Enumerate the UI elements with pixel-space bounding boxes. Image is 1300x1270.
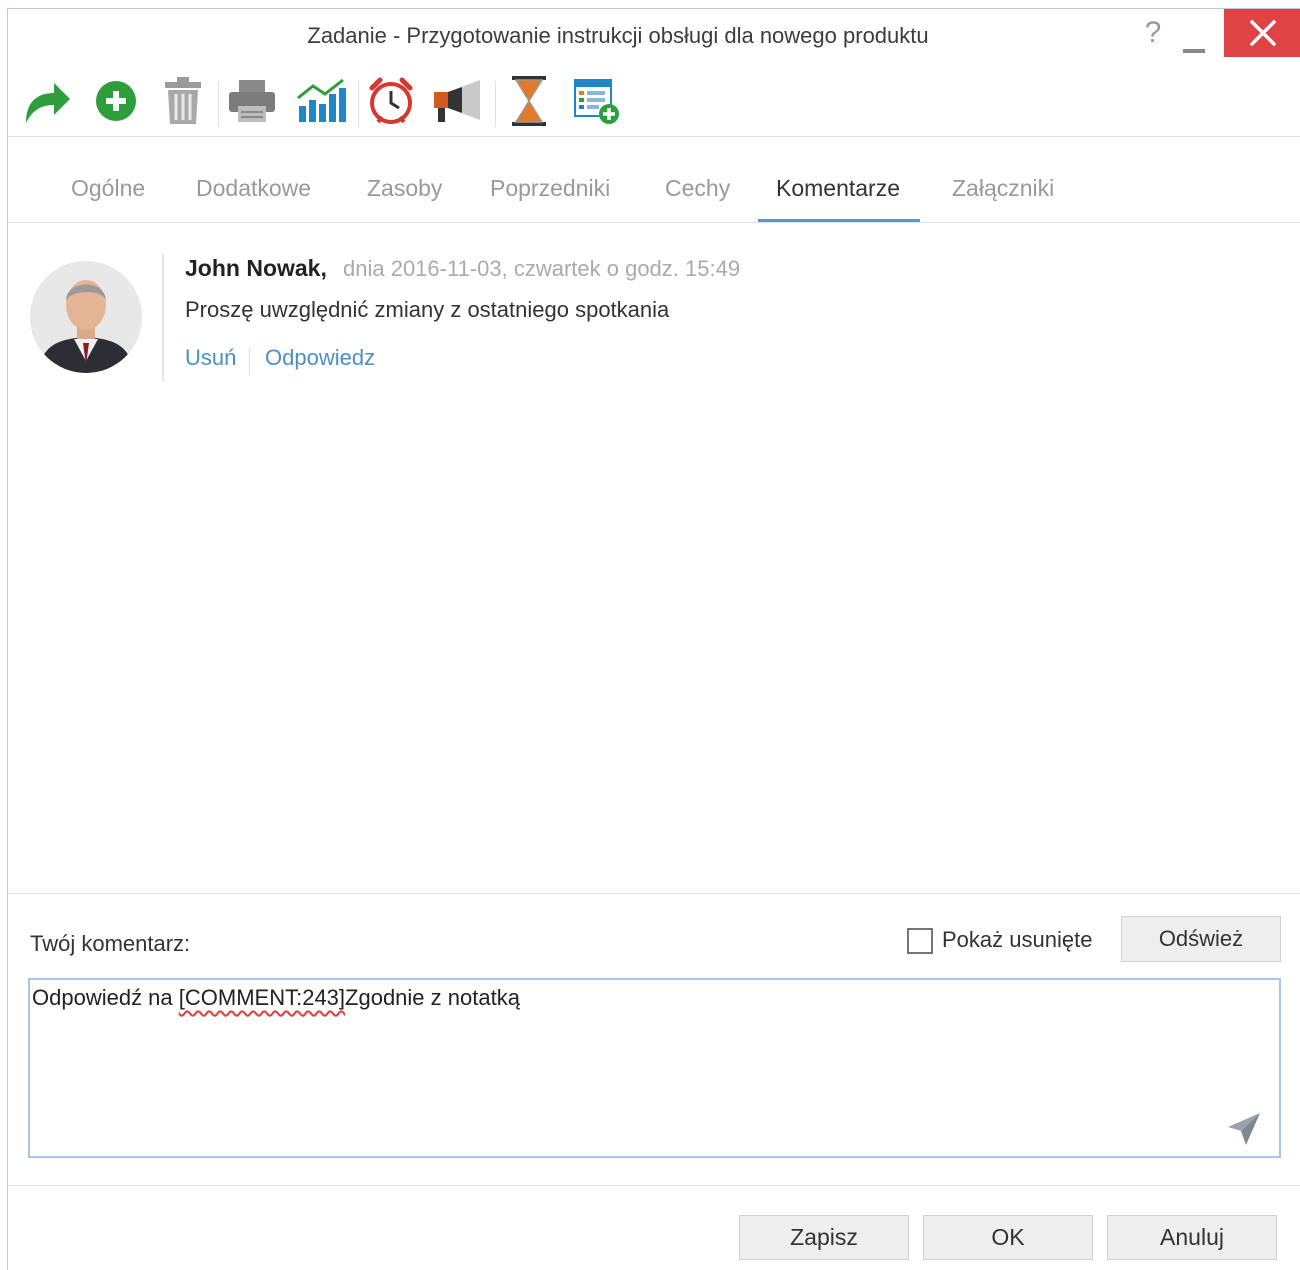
- minimize-button[interactable]: [1180, 23, 1210, 53]
- toolbar: [8, 69, 1300, 137]
- print-button[interactable]: [222, 69, 282, 133]
- show-deleted-label[interactable]: Pokaż usunięte: [942, 927, 1092, 953]
- add-circle-icon: [96, 81, 136, 121]
- add-item-button[interactable]: [566, 69, 626, 133]
- avatar: [30, 261, 142, 373]
- textarea-value-prefix: Odpowiedź na: [32, 985, 179, 1010]
- reply-comment-link[interactable]: Odpowiedz: [265, 345, 375, 371]
- section-divider: [8, 893, 1300, 894]
- delete-comment-link[interactable]: Usuń: [185, 345, 236, 371]
- tab-features[interactable]: Cechy: [665, 175, 730, 219]
- tab-additional[interactable]: Dodatkowe: [196, 175, 311, 219]
- send-icon: [1228, 1113, 1260, 1145]
- task-dialog: Zadanie - Przygotowanie instrukcji obsłu…: [7, 8, 1300, 1270]
- trash-icon: [165, 77, 201, 124]
- textarea-value-token: [COMMENT:243]: [178, 985, 346, 1010]
- send-button[interactable]: [1226, 1111, 1262, 1147]
- user-photo: [30, 261, 142, 373]
- refresh-button[interactable]: Odśwież: [1121, 916, 1281, 962]
- comment-field-label: Twój komentarz:: [30, 931, 191, 956]
- comment-date: dnia 2016-11-03, czwartek o godz. 15:49: [343, 256, 741, 281]
- title-bar: Zadanie - Przygotowanie instrukcji obsłu…: [8, 9, 1300, 65]
- show-deleted-checkbox[interactable]: [907, 928, 933, 954]
- toolbar-separator: [358, 81, 359, 127]
- tab-bar: Ogólne Dodatkowe Zasoby Poprzedniki Cech…: [8, 161, 1300, 223]
- reminder-button[interactable]: [361, 69, 421, 133]
- close-icon: [1250, 20, 1276, 46]
- announce-button[interactable]: [428, 69, 488, 133]
- time-button[interactable]: [499, 69, 559, 133]
- toolbar-separator: [495, 81, 496, 127]
- minimize-icon: [1183, 49, 1205, 53]
- hourglass-icon: [512, 76, 546, 126]
- ok-button[interactable]: OK: [923, 1215, 1093, 1260]
- printer-icon: [229, 80, 275, 122]
- forward-arrow-icon: [26, 83, 70, 123]
- tab-predecessors[interactable]: Poprzedniki: [490, 175, 610, 219]
- delete-button[interactable]: [153, 69, 213, 133]
- tab-general[interactable]: Ogólne: [71, 175, 145, 219]
- textarea-value-suffix: Zgodnie z notatką: [345, 985, 520, 1010]
- add-button[interactable]: [86, 69, 146, 133]
- comment-divider: [162, 253, 164, 381]
- alarm-clock-icon: [369, 77, 413, 124]
- megaphone-icon: [434, 80, 480, 122]
- link-separator: [249, 347, 250, 375]
- chart-icon: [297, 78, 346, 122]
- tab-resources[interactable]: Zasoby: [367, 175, 442, 219]
- close-button[interactable]: [1224, 9, 1300, 57]
- forward-button[interactable]: [16, 69, 76, 133]
- tab-comments[interactable]: Komentarze: [758, 175, 921, 222]
- chart-button[interactable]: [291, 69, 351, 133]
- footer-divider: [8, 1185, 1300, 1186]
- save-button[interactable]: Zapisz: [739, 1215, 909, 1260]
- comment-textarea[interactable]: Odpowiedź na [COMMENT:243]Zgodnie z nota…: [28, 978, 1281, 1158]
- cancel-button[interactable]: Anuluj: [1107, 1215, 1277, 1260]
- window-title: Zadanie - Przygotowanie instrukcji obsłu…: [307, 23, 929, 48]
- toolbar-separator: [218, 81, 219, 127]
- add-window-icon: [574, 79, 619, 124]
- help-button[interactable]: ?: [1138, 13, 1168, 53]
- comment-text: Proszę uwzględnić zmiany z ostatniego sp…: [185, 297, 670, 322]
- tab-attachments[interactable]: Załączniki: [952, 175, 1054, 219]
- comment-author: John Nowak,: [185, 255, 327, 281]
